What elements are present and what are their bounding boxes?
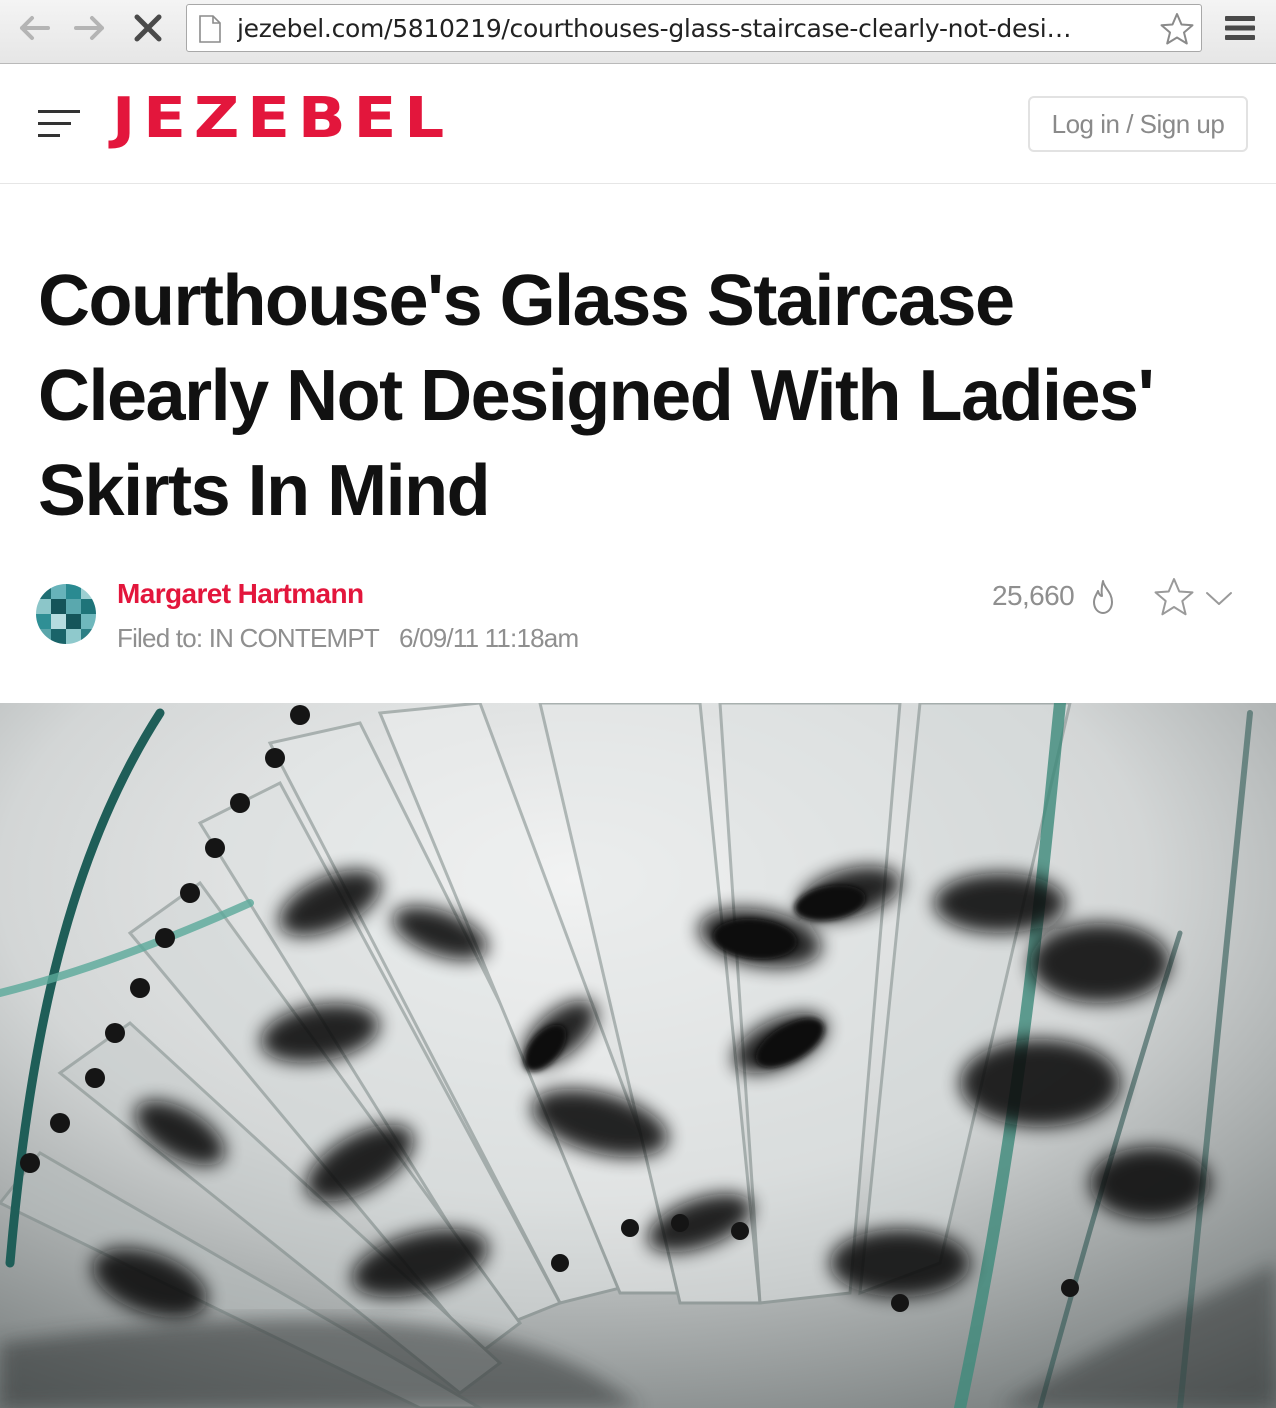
view-count: 25,660 bbox=[992, 580, 1075, 611]
site-header: JEZEBEL Log in / Sign up bbox=[0, 64, 1276, 184]
hero-image bbox=[0, 703, 1276, 1408]
back-arrow-icon[interactable] bbox=[14, 8, 54, 48]
save-star-icon[interactable] bbox=[1152, 576, 1196, 618]
login-signup-button[interactable]: Log in / Sign up bbox=[1028, 96, 1248, 152]
browser-menu-icon[interactable] bbox=[1222, 12, 1258, 44]
bookmark-star-icon[interactable] bbox=[1159, 11, 1195, 47]
stop-loading-icon[interactable] bbox=[128, 8, 168, 48]
article-meta: Filed to: IN CONTEMPT 6/09/11 11:18am bbox=[117, 620, 579, 656]
filed-to-tag[interactable]: Filed to: IN CONTEMPT bbox=[117, 623, 380, 653]
forward-arrow-icon[interactable] bbox=[70, 8, 110, 48]
publish-date[interactable]: 6/09/11 11:18am bbox=[399, 623, 579, 653]
browser-toolbar: jezebel.com/5810219/courthouses-glass-st… bbox=[0, 0, 1276, 64]
page-icon bbox=[199, 15, 221, 43]
article-title: Courthouse's Glass Staircase Clearly Not… bbox=[38, 261, 1155, 531]
author-name[interactable]: Margaret Hartmann bbox=[117, 576, 364, 612]
author-avatar[interactable] bbox=[36, 584, 96, 644]
chevron-down-icon[interactable] bbox=[1204, 588, 1234, 608]
hamburger-menu-icon[interactable] bbox=[38, 108, 80, 140]
address-bar[interactable]: jezebel.com/5810219/courthouses-glass-st… bbox=[186, 4, 1202, 52]
url-text[interactable]: jezebel.com/5810219/courthouses-glass-st… bbox=[237, 14, 1157, 44]
flame-icon bbox=[1093, 580, 1113, 614]
site-logo[interactable]: JEZEBEL bbox=[112, 90, 452, 160]
